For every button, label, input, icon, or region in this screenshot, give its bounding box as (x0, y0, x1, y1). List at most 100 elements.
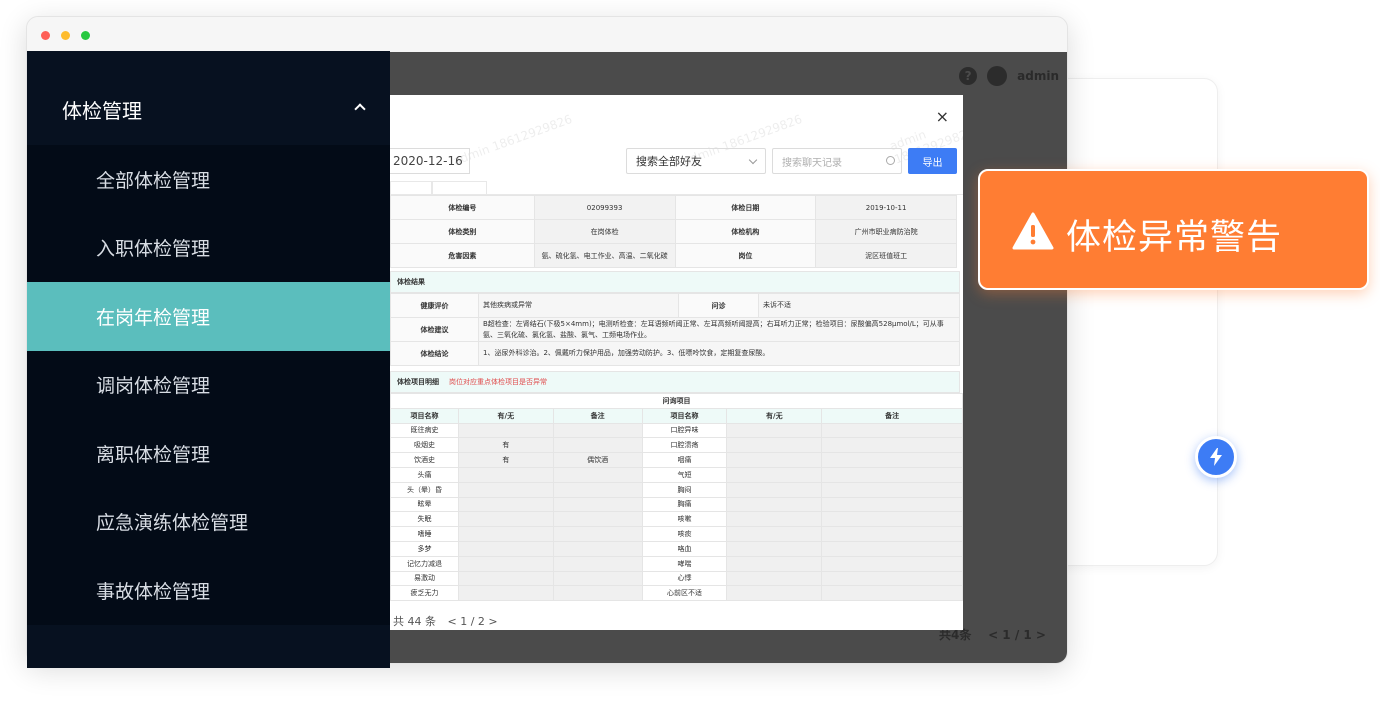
table-caption: 问询项目 (390, 393, 963, 409)
table-row: 饮酒史有偶饮酒 咽痛 (390, 452, 963, 468)
table-cell: 胸痛 (641, 496, 728, 513)
table-cell (726, 452, 823, 468)
exam-result-table: 健康评价 其他疾病或异常 问诊 未诉不适 体检建议 B超检查：左肾结石(下极5×… (390, 293, 960, 366)
table-cell: 有 (457, 452, 554, 468)
table-cell: 多梦 (390, 540, 459, 557)
table-cell (457, 422, 554, 439)
table-cell: 咳嗽 (641, 511, 728, 528)
table-cell: 胸闷 (641, 481, 728, 498)
maximize-window-dot[interactable] (81, 31, 90, 40)
question-circle-icon[interactable]: ? (959, 67, 978, 85)
menu-group-header[interactable]: 体检管理 (27, 73, 390, 145)
table-cell (457, 526, 554, 542)
chat-search-input[interactable]: 搜索聊天记录 (772, 148, 902, 174)
table-cell (821, 585, 963, 602)
section-note: 岗位对应重点体检项目是否异常 (449, 378, 547, 386)
table-cell: 口腔溃疡 (641, 437, 728, 454)
sidebar-item-label: 全部体检管理 (96, 169, 211, 192)
avatar[interactable] (987, 66, 1008, 86)
section-title: 体检项目明细 (397, 378, 439, 386)
table-cell: 易激动 (390, 570, 459, 587)
info-label: 体检日期 (674, 195, 817, 220)
tab-fragment[interactable] (432, 181, 487, 195)
table-cell (821, 570, 963, 587)
result-label: 体检建议 (390, 317, 479, 342)
column-header: 有/无 (457, 407, 554, 424)
user-name[interactable]: admin (1017, 69, 1059, 83)
table-row: 体检建议 B超检查：左肾结石(下极5×4mm)；电测听检查：左耳语频听阈正常、左… (390, 317, 960, 342)
table-cell (726, 511, 823, 528)
result-value: B超检查：左肾结石(下极5×4mm)；电测听检查：左耳语频听阈正常、左耳高频听阈… (478, 317, 960, 342)
topbar-user[interactable]: ? admin (959, 66, 1059, 86)
table-cell: 有 (457, 437, 554, 454)
exam-abnormal-warning-badge: 体检异常警告 (978, 169, 1369, 290)
info-label: 岗位 (674, 243, 817, 268)
info-value: 广州市职业病防治院 (815, 219, 957, 244)
detail-section-header: 体检项目明细 岗位对应重点体检项目是否异常 (390, 371, 960, 393)
table-cell: 头痛 (390, 466, 459, 483)
table-cell: 眩晕 (390, 496, 459, 513)
table-cell (821, 422, 963, 439)
table-cell (726, 526, 823, 542)
table-cell: 心悸 (641, 570, 728, 587)
table-cell (726, 555, 823, 572)
table-header-row: 项目名称 有/无 备注 项目名称 有/无 备注 (390, 407, 963, 424)
export-button[interactable]: 导出 (908, 148, 957, 174)
close-window-dot[interactable] (41, 31, 50, 40)
table-cell (726, 466, 823, 483)
section-title: 体检结果 (397, 278, 425, 286)
table-row: 失眠 咳嗽 (390, 511, 963, 528)
table-row: 吸烟史有 口腔溃疡 (390, 437, 963, 454)
info-value: 氨、硫化氢、电工作业、高温、二氧化碳 (533, 243, 676, 268)
table-row: 体检结论 1、泌尿外科诊治。2、佩戴听力保护用品，加强劳动防护。3、低嘌呤饮食，… (390, 341, 960, 366)
info-value: 泥区班值班工 (815, 243, 957, 268)
lightning-bolt-icon (1210, 448, 1222, 466)
table-cell: 嗜睡 (390, 526, 459, 542)
pager-pages[interactable]: < 1 / 2 > (448, 615, 498, 628)
table-cell (726, 437, 823, 454)
table-cell: 心前区不适 (641, 585, 728, 602)
sidebar-item-label: 在岗年检管理 (96, 306, 211, 329)
table-cell (821, 466, 963, 483)
table-cell: 饮酒史 (390, 452, 459, 468)
table-row: 头痛 气短 (390, 466, 963, 483)
chevron-down-icon (748, 155, 758, 165)
column-header: 备注 (821, 407, 963, 424)
table-cell (726, 585, 823, 602)
table-cell (821, 511, 963, 528)
background-pager-pages[interactable]: < 1 / 1 > (988, 628, 1046, 642)
table-cell (552, 437, 643, 454)
table-cell (457, 481, 554, 498)
search-icon (886, 156, 895, 165)
sidebar-item-label: 调岗体检管理 (96, 375, 211, 398)
sidebar-item-resignation[interactable]: 离职体检管理 (27, 419, 390, 488)
result-label: 问诊 (678, 293, 759, 318)
table-cell: 吸烟史 (390, 437, 459, 454)
table-cell (726, 570, 823, 587)
table-cell (457, 496, 554, 513)
table-row: 头（晕）昏 胸闷 (390, 481, 963, 498)
window-titlebar (27, 17, 1067, 53)
table-row: 嗜睡 咳痰 (390, 526, 963, 542)
sidebar-item-annual[interactable]: 在岗年检管理 (27, 282, 390, 351)
tab-strip (390, 181, 963, 195)
floating-action-button[interactable] (1195, 436, 1237, 478)
sidebar-item-accident[interactable]: 事故体检管理 (27, 556, 390, 625)
sidebar-item-transfer[interactable]: 调岗体检管理 (27, 351, 390, 420)
friend-select[interactable]: 搜索全部好友 (626, 148, 766, 174)
table-cell (457, 570, 554, 587)
result-value: 1、泌尿外科诊治。2、佩戴听力保护用品，加强劳动防护。3、低嘌呤饮食，定期复查尿… (478, 341, 960, 366)
date-picker[interactable]: 2020-12-16 (390, 148, 470, 174)
table-cell: 头（晕）昏 (390, 481, 459, 498)
sidebar-menu: 体检管理 全部体检管理 入职体检管理 在岗年检管理 调岗体检管理 离职体检管理 … (27, 51, 390, 668)
sidebar-item-onboarding[interactable]: 入职体检管理 (27, 214, 390, 283)
background-pager-total: 共4条 (939, 628, 972, 642)
close-icon[interactable]: × (936, 107, 949, 126)
sidebar-item-all[interactable]: 全部体检管理 (27, 145, 390, 214)
table-cell (726, 496, 823, 513)
minimize-window-dot[interactable] (61, 31, 70, 40)
sidebar-item-label: 离职体检管理 (96, 443, 211, 466)
info-value: 02099393 (533, 195, 676, 220)
sidebar-item-emergency-drill[interactable]: 应急演练体检管理 (27, 488, 390, 557)
tab-fragment[interactable] (390, 181, 432, 195)
